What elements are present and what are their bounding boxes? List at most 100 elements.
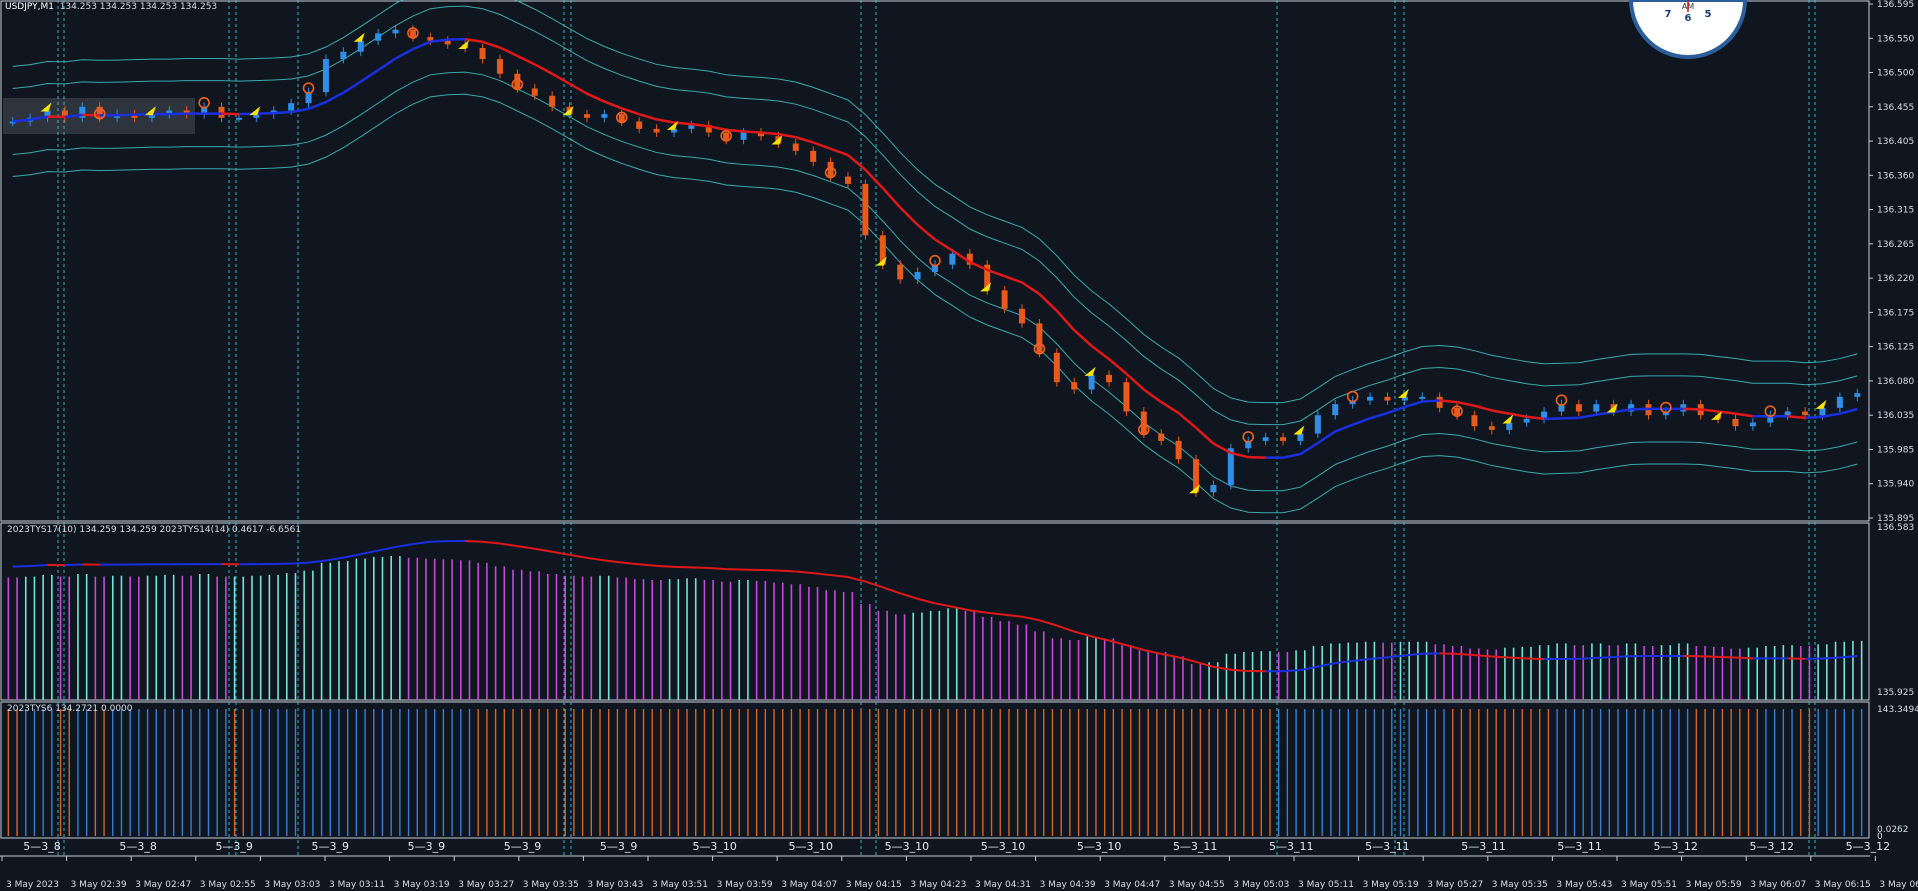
ma-segment xyxy=(447,37,466,41)
candle-body xyxy=(357,40,364,52)
candle-body xyxy=(618,114,625,122)
time-tick-label: 3 May 03:27 xyxy=(458,880,514,890)
candle-body xyxy=(1071,382,1078,390)
time-tick-label: 3 May 06:23 xyxy=(1879,880,1918,890)
candle-body xyxy=(479,48,486,60)
signal-segment xyxy=(1230,668,1249,673)
chart-background xyxy=(0,0,1918,891)
candle-body xyxy=(1471,415,1478,427)
signal-segment xyxy=(656,564,675,568)
ma-segment xyxy=(1561,416,1579,420)
time-tick-label: 3 May 03:11 xyxy=(329,880,385,890)
candle-body xyxy=(1140,411,1147,434)
time-tick-label: 3 May 05:19 xyxy=(1363,880,1419,890)
candle-body xyxy=(1106,374,1113,383)
candle-body xyxy=(1314,415,1321,434)
signal-segment xyxy=(1718,655,1736,659)
candle-body xyxy=(1593,404,1600,412)
price-tick-label: 136.220 xyxy=(1877,274,1914,284)
signal-segment xyxy=(1456,652,1475,657)
candle-body xyxy=(1819,407,1826,416)
ma-segment xyxy=(1683,407,1701,411)
session-label: 5—3_8 xyxy=(119,840,157,853)
session-label: 5—3_11 xyxy=(1173,840,1218,853)
session-label: 5—3_12 xyxy=(1846,840,1891,853)
signal-segment xyxy=(465,539,483,543)
time-tick-label: 3 May 05:03 xyxy=(1233,880,1289,890)
candle-body xyxy=(862,183,869,236)
price-tick-label: 135.985 xyxy=(1877,445,1914,455)
candle-body xyxy=(601,114,608,118)
time-tick-label: 3 May 2023 xyxy=(6,880,59,890)
time-tick-label: 3 May 04:23 xyxy=(910,880,966,890)
session-label: 5—3_10 xyxy=(885,840,930,853)
candle-body xyxy=(1836,396,1843,408)
ma-segment xyxy=(1248,455,1266,459)
signal-segment xyxy=(1491,655,1510,659)
candle-body xyxy=(375,33,382,41)
session-label: 5—3_12 xyxy=(1653,840,1698,853)
session-label: 5—3_9 xyxy=(600,840,638,853)
chart-window[interactable]: 136.595 136.550 136.500 136.455 136.405 136.3… xyxy=(0,0,1918,891)
time-tick-label: 3 May 03:51 xyxy=(652,880,708,890)
price-tick-label: 136.405 xyxy=(1877,137,1914,147)
clock-number-5: 5 xyxy=(1705,9,1712,20)
candle-body xyxy=(1749,422,1756,427)
time-tick-label: 3 May 06:15 xyxy=(1815,880,1871,890)
candle-body xyxy=(1036,323,1043,353)
session-label: 5—3_11 xyxy=(1557,840,1602,853)
candle-body xyxy=(549,95,556,107)
session-label: 5—3_12 xyxy=(1750,840,1795,853)
time-tick-label: 3 May 05:43 xyxy=(1556,880,1612,890)
candle-body xyxy=(723,132,730,140)
candle-body xyxy=(496,59,503,74)
candle-body xyxy=(1123,382,1130,412)
signal-segment xyxy=(1509,656,1527,660)
price-tick-label: 135.940 xyxy=(1877,480,1914,490)
candle-body xyxy=(792,143,799,151)
signal-segment xyxy=(1735,656,1753,660)
indicator1-tick-label: 136.583 xyxy=(1877,523,1914,533)
time-tick-label: 3 May 04:07 xyxy=(781,880,837,890)
time-tick-label: 3 May 04:47 xyxy=(1104,880,1160,890)
candle-body xyxy=(514,73,521,89)
candle-body xyxy=(636,121,643,129)
signal-segment xyxy=(64,563,83,567)
candle-body xyxy=(340,51,347,60)
candle-body xyxy=(409,29,416,38)
price-tick-label: 136.315 xyxy=(1877,206,1914,216)
candle-body xyxy=(1158,433,1165,441)
ma-segment xyxy=(256,111,274,115)
time-tick-label: 3 May 06:07 xyxy=(1750,880,1806,890)
signal-segment xyxy=(1282,669,1301,673)
candle-body xyxy=(949,253,956,265)
candle-body xyxy=(583,114,590,118)
candle-body xyxy=(1802,411,1809,416)
candle-body xyxy=(1454,407,1461,416)
session-label: 5—3_10 xyxy=(1077,840,1122,853)
price-tick-label: 136.500 xyxy=(1877,69,1914,79)
candle-body xyxy=(427,37,434,41)
price-tick-label: 136.360 xyxy=(1877,171,1914,181)
candle-body xyxy=(235,117,242,120)
session-label: 5—3_8 xyxy=(23,840,61,853)
time-tick-label: 3 May 03:03 xyxy=(264,880,320,890)
candle-body xyxy=(1297,433,1304,441)
signal-segment xyxy=(778,569,796,573)
signal-segment xyxy=(1526,657,1545,661)
candle-body xyxy=(1210,484,1217,493)
candle-body xyxy=(740,132,747,140)
candle-body xyxy=(1575,404,1582,412)
candle-body xyxy=(844,176,851,184)
candle-body xyxy=(688,125,695,129)
candle-body xyxy=(810,150,817,162)
time-tick-label: 3 May 03:35 xyxy=(523,880,579,890)
ma-segment xyxy=(169,112,187,116)
clock-number-6: 6 xyxy=(1685,13,1692,24)
time-tick-label: 3 May 03:19 xyxy=(394,880,450,890)
session-label: 5—3_9 xyxy=(408,840,446,853)
time-tick-label: 3 May 04:15 xyxy=(846,880,902,890)
candle-body xyxy=(1367,396,1374,401)
time-tick-label: 3 May 05:27 xyxy=(1427,880,1483,890)
time-tick-label: 3 May 02:39 xyxy=(71,880,127,890)
